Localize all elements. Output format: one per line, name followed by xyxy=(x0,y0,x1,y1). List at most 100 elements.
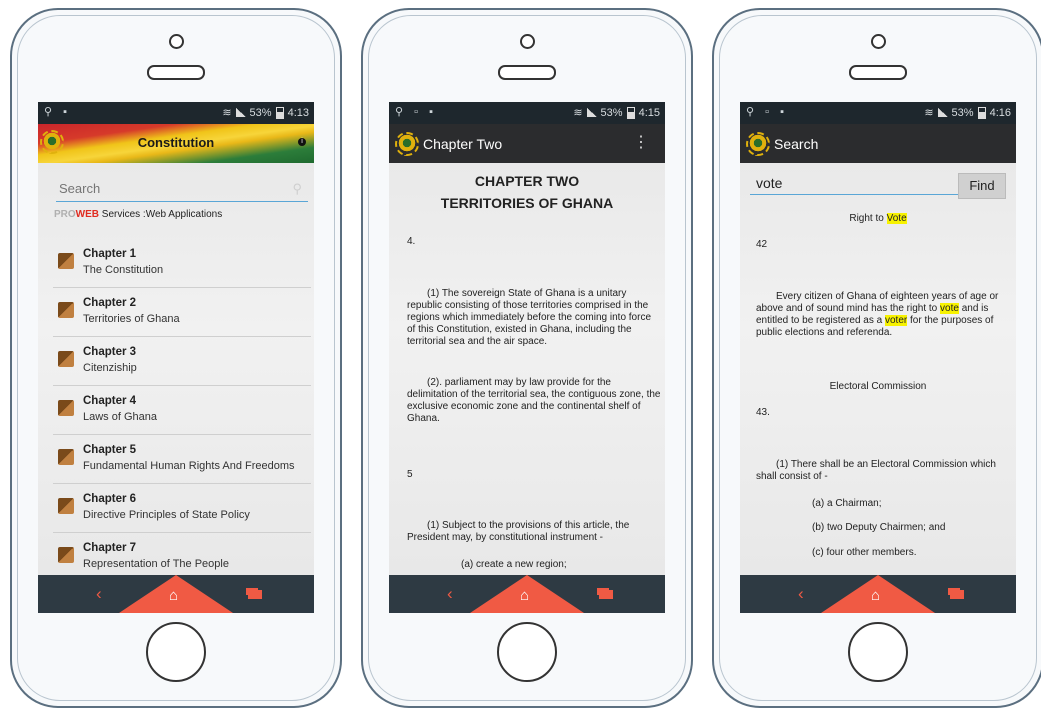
chapter-subtitle: Fundamental Human Rights And Freedoms xyxy=(83,460,295,472)
list-item[interactable]: Chapter 5 Fundamental Human Rights And F… xyxy=(53,435,311,484)
recent-apps-icon[interactable] xyxy=(950,590,964,599)
chapter-content: CHAPTER TWO TERRITORIES OF GHANA 4. (1) … xyxy=(389,163,665,575)
chapter-subheading: TERRITORIES OF GHANA xyxy=(440,195,614,211)
chapter-title: Chapter 4 xyxy=(83,395,137,407)
ghana-emblem-icon[interactable] xyxy=(746,131,770,156)
screen-chapter-two: ⚲ ▫ ▪ ≋ 53% 4:15 Chapter Two ⋮ CHAPTER T… xyxy=(389,102,665,613)
section-number: 5 xyxy=(407,469,413,480)
search-box: ⚲ xyxy=(56,177,308,202)
list-item-text: (b) two Deputy Chairmen; and xyxy=(812,522,946,533)
wifi-icon: ≋ xyxy=(924,107,934,119)
proweb-banner[interactable]: PROWEB Services :Web Applications xyxy=(54,209,222,220)
search-input[interactable] xyxy=(750,171,964,195)
usb-icon: ⚲ ▫ ▪ xyxy=(746,106,788,118)
speaker-icon xyxy=(147,65,205,80)
home-hardware-button[interactable] xyxy=(497,622,557,682)
paragraph: (1) There shall be an Electoral Commissi… xyxy=(756,459,996,482)
list-item[interactable]: Chapter 1 The Constitution xyxy=(53,239,311,288)
chapter-title: Chapter 3 xyxy=(83,346,137,358)
section-number: 42 xyxy=(756,239,768,250)
screen-chapters: ⚲ ▪ ≋ 53% 4:13 Constitution i ⚲ PROWEB S… xyxy=(38,102,314,613)
chapter-list: Chapter 1 The Constitution Chapter 2 Ter… xyxy=(53,239,311,575)
chapter-subtitle: The Constitution xyxy=(83,264,164,276)
book-icon xyxy=(58,449,74,465)
search-row: Find xyxy=(750,171,1014,199)
highlighted-match: vote xyxy=(940,303,959,314)
list-item[interactable]: Chapter 3 Citenziship xyxy=(53,337,311,386)
clock: 4:16 xyxy=(989,106,1011,119)
chapter-subtitle: Laws of Ghana xyxy=(83,411,157,423)
camera-icon xyxy=(169,34,184,49)
bottom-nav: ‹ ⌂ xyxy=(389,575,665,613)
phone-frame-2: ⚲ ▫ ▪ ≋ 53% 4:15 Chapter Two ⋮ CHAPTER T… xyxy=(361,8,693,708)
home-hardware-button[interactable] xyxy=(146,622,206,682)
phone-frame-3: ⚲ ▫ ▪ ≋ 53% 4:16 Search Find Right to Vo… xyxy=(712,8,1041,708)
section-number: 4. xyxy=(407,236,416,247)
book-icon xyxy=(58,351,74,367)
proweb-logo-pro: PRO xyxy=(54,209,76,220)
search-content: Find Right to Vote 42 Every citizen of G… xyxy=(740,163,1016,575)
search-input[interactable] xyxy=(56,177,272,200)
book-icon xyxy=(58,302,74,318)
app-title: Constitution xyxy=(137,135,215,150)
chapter-subtitle: Representation of The People xyxy=(83,558,229,570)
chapter-title: Chapter 7 xyxy=(83,542,137,554)
speaker-icon xyxy=(849,65,907,80)
home-icon[interactable]: ⌂ xyxy=(871,587,880,604)
chapter-title: Chapter 2 xyxy=(83,297,137,309)
highlighted-match: voter xyxy=(884,315,908,326)
list-item[interactable]: Chapter 6 Directive Principles of State … xyxy=(53,484,311,533)
highlighted-match: Vote xyxy=(886,213,907,224)
home-icon[interactable]: ⌂ xyxy=(169,587,178,604)
list-item[interactable]: Chapter 4 Laws of Ghana xyxy=(53,386,311,435)
action-bar: Search xyxy=(740,124,1016,163)
book-icon xyxy=(58,400,74,416)
wifi-icon: ≋ xyxy=(573,107,583,119)
chapter-heading: CHAPTER TWO xyxy=(474,173,580,189)
chapter-subtitle: Citenziship xyxy=(83,362,137,374)
status-bar: ⚲ ▫ ▪ ≋ 53% 4:16 xyxy=(740,102,1016,124)
back-icon[interactable]: ‹ xyxy=(798,584,804,604)
back-icon[interactable]: ‹ xyxy=(447,584,453,604)
info-icon[interactable]: i xyxy=(298,138,306,146)
list-item-text: (a) create a new region; xyxy=(461,559,567,570)
recent-apps-icon[interactable] xyxy=(599,590,613,599)
ghana-emblem-icon[interactable] xyxy=(395,131,419,156)
camera-icon xyxy=(520,34,535,49)
battery-percent: 53% xyxy=(600,106,623,119)
bottom-nav: ‹ ⌂ xyxy=(740,575,1016,613)
book-icon xyxy=(58,253,74,269)
app-header: Constitution i xyxy=(38,124,314,163)
status-bar: ⚲ ▫ ▪ ≋ 53% 4:15 xyxy=(389,102,665,124)
list-item-text: (a) a Chairman; xyxy=(812,498,882,509)
clock: 4:15 xyxy=(638,106,660,119)
back-icon[interactable]: ‹ xyxy=(96,584,102,604)
find-button[interactable]: Find xyxy=(958,173,1006,199)
status-bar: ⚲ ▪ ≋ 53% 4:13 xyxy=(38,102,314,124)
phone-frame-1: ⚲ ▪ ≋ 53% 4:13 Constitution i ⚲ PROWEB S… xyxy=(10,8,342,708)
overflow-menu-icon[interactable]: ⋮ xyxy=(633,132,649,152)
list-item-text: (c) four other members. xyxy=(812,547,917,558)
chapter-subtitle: Territories of Ghana xyxy=(83,313,180,325)
proweb-logo-web: WEB xyxy=(75,209,100,220)
speaker-icon xyxy=(498,65,556,80)
home-icon[interactable]: ⌂ xyxy=(520,587,529,604)
battery-icon xyxy=(275,106,284,119)
chapter-title: Chapter 1 xyxy=(83,248,137,260)
book-icon xyxy=(58,547,74,563)
heading-text: Right to xyxy=(849,213,884,224)
battery-icon xyxy=(977,106,986,119)
list-item[interactable]: Chapter 2 Territories of Ghana xyxy=(53,288,311,337)
bottom-nav: ‹ ⌂ xyxy=(38,575,314,613)
clock: 4:13 xyxy=(287,106,309,119)
section-title: Electoral Commission xyxy=(829,381,927,392)
screen-title: Chapter Two xyxy=(423,135,503,152)
proweb-text: Services :Web Applications xyxy=(101,209,223,220)
camera-icon xyxy=(871,34,886,49)
recent-apps-icon[interactable] xyxy=(248,590,262,599)
list-item[interactable]: Chapter 7 Representation of The People xyxy=(53,533,311,575)
result-heading: Right to Vote xyxy=(740,213,1016,224)
search-icon[interactable]: ⚲ xyxy=(292,181,302,197)
chapter-subtitle: Directive Principles of State Policy xyxy=(83,509,250,521)
home-hardware-button[interactable] xyxy=(848,622,908,682)
